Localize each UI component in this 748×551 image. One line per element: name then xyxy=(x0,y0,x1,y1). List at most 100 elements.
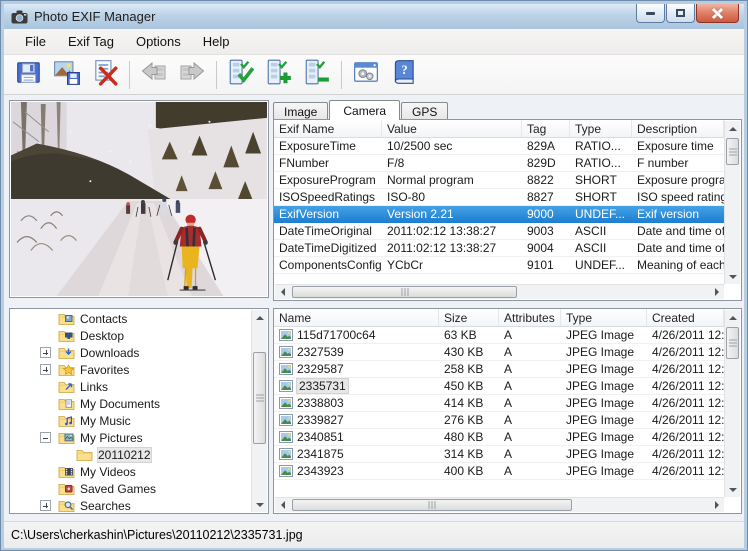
table-row[interactable]: 2335731450 KBAJPEG Image4/26/2011 12: xyxy=(274,378,724,395)
file-name: 2329587 xyxy=(297,362,344,376)
tag-add-icon xyxy=(265,58,293,91)
favorites-folder-icon xyxy=(58,362,75,377)
table-cell: A xyxy=(499,378,561,394)
scroll-thumb[interactable] xyxy=(292,499,572,511)
options-button[interactable] xyxy=(347,58,385,92)
tab-gps[interactable]: GPS xyxy=(401,102,448,120)
table-row[interactable]: DateTimeOriginal2011:02:12 13:38:279003A… xyxy=(274,223,724,240)
menu-item-exif-tag[interactable]: Exif Tag xyxy=(57,30,125,53)
scroll-right-button[interactable] xyxy=(709,498,724,512)
table-row[interactable]: 2340851480 KBAJPEG Image4/26/2011 12: xyxy=(274,429,724,446)
scroll-up-button[interactable] xyxy=(725,310,740,325)
scroll-up-button[interactable] xyxy=(252,310,267,325)
file-vertical-scrollbar[interactable] xyxy=(724,310,740,497)
tag-remove-icon xyxy=(303,58,331,91)
tree-item-favorites[interactable]: Favorites xyxy=(10,361,251,378)
menu-item-help[interactable]: Help xyxy=(192,30,241,53)
folder-tree-panel: ContactsDesktopDownloadsFavoritesLinksMy… xyxy=(9,308,269,514)
table-row[interactable]: 2339827276 KBAJPEG Image4/26/2011 12: xyxy=(274,412,724,429)
table-row[interactable]: 2329587258 KBAJPEG Image4/26/2011 12: xyxy=(274,361,724,378)
table-row[interactable]: 2338803414 KBAJPEG Image4/26/2011 12: xyxy=(274,395,724,412)
tree-vertical-scrollbar[interactable] xyxy=(251,310,267,512)
table-row[interactable]: ISOSpeedRatingsISO-808827SHORTISO speed … xyxy=(274,189,724,206)
file-horizontal-scrollbar[interactable] xyxy=(275,497,724,512)
minimize-button[interactable] xyxy=(636,4,665,23)
column-header-type[interactable]: Type xyxy=(570,120,632,137)
scroll-down-button[interactable] xyxy=(725,482,740,497)
expand-icon[interactable] xyxy=(40,500,51,511)
table-row[interactable]: ExifVersionVersion 2.219000UNDEF...Exif … xyxy=(274,206,724,223)
table-cell: 9000 xyxy=(522,206,570,222)
scroll-thumb[interactable] xyxy=(726,327,739,359)
add-tag-button[interactable] xyxy=(260,58,298,92)
scroll-right-button[interactable] xyxy=(709,285,724,299)
scroll-down-button[interactable] xyxy=(725,269,740,284)
table-row[interactable]: ExposureTime10/2500 sec829ARATIO...Expos… xyxy=(274,138,724,155)
tree-item-my-documents[interactable]: My Documents xyxy=(10,395,251,412)
tree-item-saved-games[interactable]: Saved Games xyxy=(10,480,251,497)
scroll-thumb[interactable] xyxy=(726,138,739,165)
table-row[interactable]: ExposureProgramNormal program8822SHORTEx… xyxy=(274,172,724,189)
column-header-exif-name[interactable]: Exif Name xyxy=(274,120,382,137)
previous-image-button[interactable] xyxy=(135,58,173,92)
scroll-left-button[interactable] xyxy=(275,498,290,512)
maximize-button[interactable] xyxy=(666,4,695,23)
save-image-button[interactable] xyxy=(48,58,86,92)
scroll-thumb[interactable] xyxy=(292,286,517,298)
expand-icon[interactable] xyxy=(40,347,51,358)
table-cell: UNDEF... xyxy=(570,206,632,222)
table-row[interactable]: 115d71700c6463 KBAJPEG Image4/26/2011 12… xyxy=(274,327,724,344)
tree-item-my-videos[interactable]: My Videos xyxy=(10,463,251,480)
column-header-attributes[interactable]: Attributes xyxy=(499,309,561,326)
tree-item-searches[interactable]: Searches xyxy=(10,497,251,513)
exif-horizontal-scrollbar[interactable] xyxy=(275,284,724,299)
pictures-folder-icon xyxy=(58,430,75,445)
table-cell: ISO speed ratings xyxy=(632,189,724,205)
edit-tag-button[interactable] xyxy=(222,58,260,92)
column-header-size[interactable]: Size xyxy=(439,309,499,326)
tree-item-20110212[interactable]: 20110212 xyxy=(10,446,251,463)
table-cell: 2339827 xyxy=(274,412,439,428)
delete-exif-button[interactable] xyxy=(86,58,124,92)
table-row[interactable]: ComponentsConfig...YCbCr9101UNDEF...Mean… xyxy=(274,257,724,274)
table-cell: DateTimeOriginal xyxy=(274,223,382,239)
column-header-type[interactable]: Type xyxy=(561,309,647,326)
table-cell: ASCII xyxy=(570,223,632,239)
menu-item-file[interactable]: File xyxy=(14,30,57,53)
table-row[interactable]: 2343923400 KBAJPEG Image4/26/2011 12: xyxy=(274,463,724,480)
tree-item-links[interactable]: Links xyxy=(10,378,251,395)
column-header-value[interactable]: Value xyxy=(382,120,522,137)
help-button[interactable]: ? xyxy=(385,58,423,92)
column-header-name[interactable]: Name xyxy=(274,309,439,326)
scroll-down-button[interactable] xyxy=(252,497,267,512)
collapse-icon[interactable] xyxy=(40,432,51,443)
scroll-left-button[interactable] xyxy=(275,285,290,299)
column-header-created[interactable]: Created xyxy=(647,309,724,326)
image-file-icon xyxy=(279,363,293,375)
exif-vertical-scrollbar[interactable] xyxy=(724,121,740,284)
table-row[interactable]: 2327539430 KBAJPEG Image4/26/2011 12: xyxy=(274,344,724,361)
tree-item-my-music[interactable]: My Music xyxy=(10,412,251,429)
expand-icon[interactable] xyxy=(40,364,51,375)
close-button[interactable] xyxy=(696,4,739,23)
table-row[interactable]: 2341875314 KBAJPEG Image4/26/2011 12: xyxy=(274,446,724,463)
scroll-thumb[interactable] xyxy=(253,352,266,444)
scroll-up-button[interactable] xyxy=(725,121,740,136)
tab-camera[interactable]: Camera xyxy=(329,100,400,120)
table-row[interactable]: FNumberF/8829DRATIO...F number xyxy=(274,155,724,172)
tree-item-downloads[interactable]: Downloads xyxy=(10,344,251,361)
tree-item-desktop[interactable]: Desktop xyxy=(10,327,251,344)
column-header-tag[interactable]: Tag xyxy=(522,120,570,137)
table-cell: 480 KB xyxy=(439,429,499,445)
menu-item-options[interactable]: Options xyxy=(125,30,192,53)
remove-tag-button[interactable] xyxy=(298,58,336,92)
next-image-button[interactable] xyxy=(173,58,211,92)
column-header-description[interactable]: Description xyxy=(632,120,724,137)
tab-image[interactable]: Image xyxy=(273,102,328,120)
table-cell: ExposureProgram xyxy=(274,172,382,188)
tree-item-my-pictures[interactable]: My Pictures xyxy=(10,429,251,446)
image-file-icon xyxy=(279,380,293,392)
save-button[interactable] xyxy=(10,58,48,92)
table-row[interactable]: DateTimeDigitized2011:02:12 13:38:279004… xyxy=(274,240,724,257)
tree-item-contacts[interactable]: Contacts xyxy=(10,310,251,327)
